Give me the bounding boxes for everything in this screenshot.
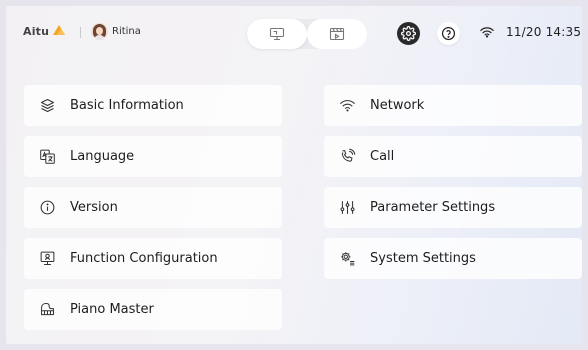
menu-item-piano-master[interactable]: Piano Master [24,289,282,330]
top-bar: Aitu Ritina 11/20 14:35 [6,6,582,58]
desktop-tools-icon [269,27,285,41]
menu-item-network[interactable]: Network [324,85,582,126]
user-name[interactable]: Ritina [112,26,141,37]
wifi-icon [340,100,355,112]
menu-item-call[interactable]: Call [324,136,582,177]
menu-item-basic-information[interactable]: Basic Information [24,85,282,126]
menu-item-label: Parameter Settings [370,200,496,215]
info-icon [40,200,55,215]
menu-item-label: Version [70,200,118,215]
mode-switcher [247,19,367,49]
menu-item-system-settings[interactable]: System Settings [324,238,582,279]
media-screen-icon [329,27,345,41]
avatar[interactable] [91,23,108,40]
screen-config-icon [40,251,55,265]
menu-item-version[interactable]: Version [24,187,282,228]
mode-button-desktop[interactable] [247,19,307,49]
menu-item-label: System Settings [370,251,476,266]
clock: 11/20 14:35 [506,25,582,39]
menu-item-label: Piano Master [70,302,154,317]
brand-logo-icon [53,25,65,35]
menu-item-language[interactable]: Language [24,136,282,177]
gear-icon [401,26,416,41]
menu-item-label: Network [370,98,425,113]
wifi-status-icon [480,27,494,38]
phone-call-icon [341,148,356,162]
settings-screen: Aitu Ritina 11/20 14:35 Basic Informatio… [6,6,582,344]
menu-item-label: Function Configuration [70,251,218,266]
system-settings-icon [341,252,355,266]
header-divider [80,27,81,38]
menu-item-label: Call [370,149,395,164]
sliders-icon [340,201,355,214]
piano-icon [41,303,54,316]
settings-button[interactable] [397,22,420,45]
question-icon [441,26,456,41]
menu-item-parameter-settings[interactable]: Parameter Settings [324,187,582,228]
help-button[interactable] [437,22,460,45]
translate-icon [40,149,55,164]
brand-logo-text: Aitu [23,25,50,38]
mode-button-media[interactable] [307,19,367,49]
menu-item-function-configuration[interactable]: Function Configuration [24,238,282,279]
menu-item-label: Basic Information [70,98,184,113]
layers-icon [40,98,55,113]
menu-item-label: Language [70,149,135,164]
